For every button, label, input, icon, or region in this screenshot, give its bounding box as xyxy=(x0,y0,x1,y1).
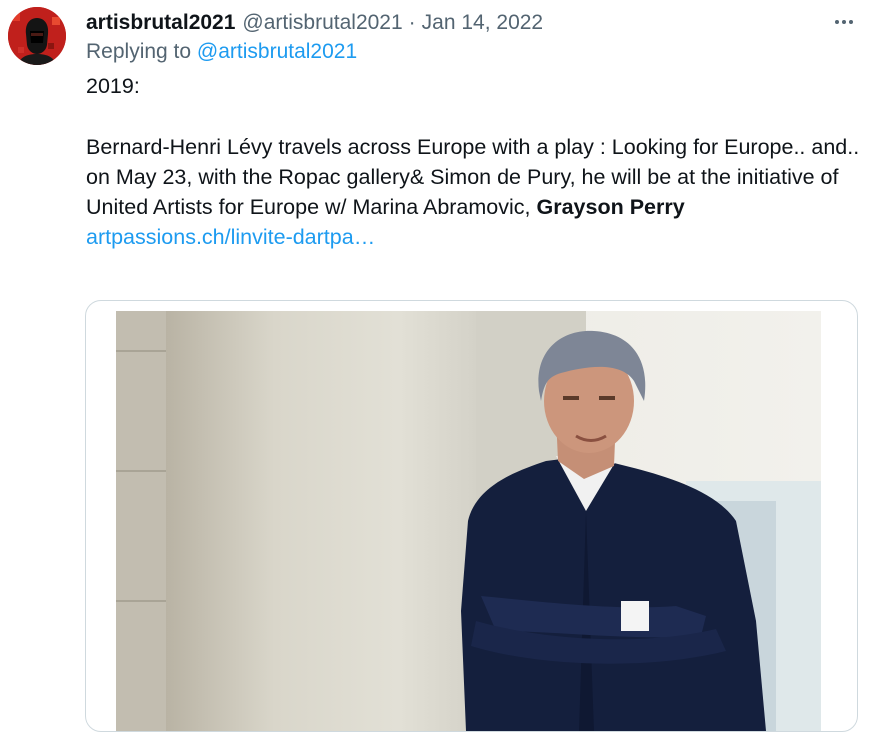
tweet-header: artisbrutal2021 @artisbrutal2021 · Jan 1… xyxy=(86,8,543,38)
header-separator: · xyxy=(408,11,416,34)
replying-to-mention[interactable]: @artisbrutal2021 xyxy=(197,40,357,63)
tweet-text-spacer xyxy=(86,101,866,131)
user-handle[interactable]: @artisbrutal2021 xyxy=(242,11,402,35)
link-preview-card[interactable] xyxy=(85,300,858,732)
replying-to-prefix: Replying to xyxy=(86,40,192,63)
avatar[interactable] xyxy=(8,7,66,65)
display-name[interactable]: artisbrutal2021 xyxy=(86,11,235,35)
tweet-text-main: Bernard-Henri Lévy travels across Europe… xyxy=(86,134,860,220)
tweet-text: 2019: Bernard-Henri Lévy travels across … xyxy=(86,71,866,253)
more-horizontal-icon xyxy=(835,20,853,24)
tweet-text-paragraph: Bernard-Henri Lévy travels across Europe… xyxy=(86,132,866,223)
more-button[interactable] xyxy=(826,10,862,34)
tweet-text-year: 2019: xyxy=(86,74,140,98)
avatar-image xyxy=(8,7,66,65)
card-image xyxy=(116,311,821,731)
tweet-text-bold-name: Grayson Perry xyxy=(536,195,685,220)
replying-to-line: Replying to @artisbrutal2021 xyxy=(86,40,357,64)
tweet-link[interactable]: artpassions.ch/linvite-dartpa… xyxy=(86,225,375,249)
tweet-date[interactable]: Jan 14, 2022 xyxy=(422,11,543,35)
